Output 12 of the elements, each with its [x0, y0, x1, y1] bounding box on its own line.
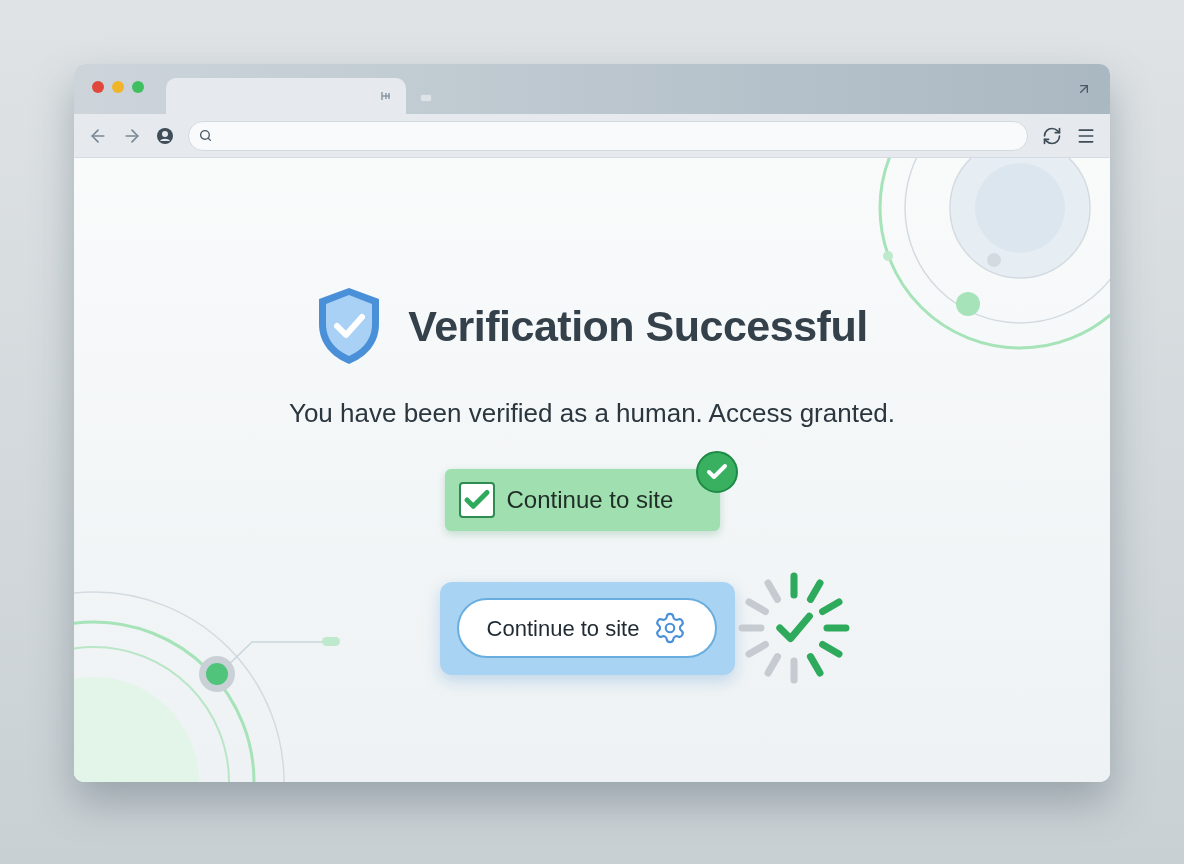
page-heading: Verification Successful — [408, 300, 868, 352]
continue-button[interactable]: Continue to site — [444, 469, 720, 531]
maximize-window-icon[interactable] — [132, 81, 144, 93]
status-message: You have been verified as a human. Access granted. — [288, 397, 896, 430]
tab-glyph-icon — [380, 90, 392, 102]
checkbox[interactable] — [458, 482, 495, 518]
close-window-icon[interactable] — [92, 81, 104, 93]
success-badge-icon — [695, 451, 738, 493]
continue-button[interactable]: Continue to site — [457, 598, 717, 658]
reload-icon[interactable] — [1042, 125, 1062, 146]
search-icon — [199, 129, 212, 142]
profile-icon[interactable] — [156, 126, 174, 145]
